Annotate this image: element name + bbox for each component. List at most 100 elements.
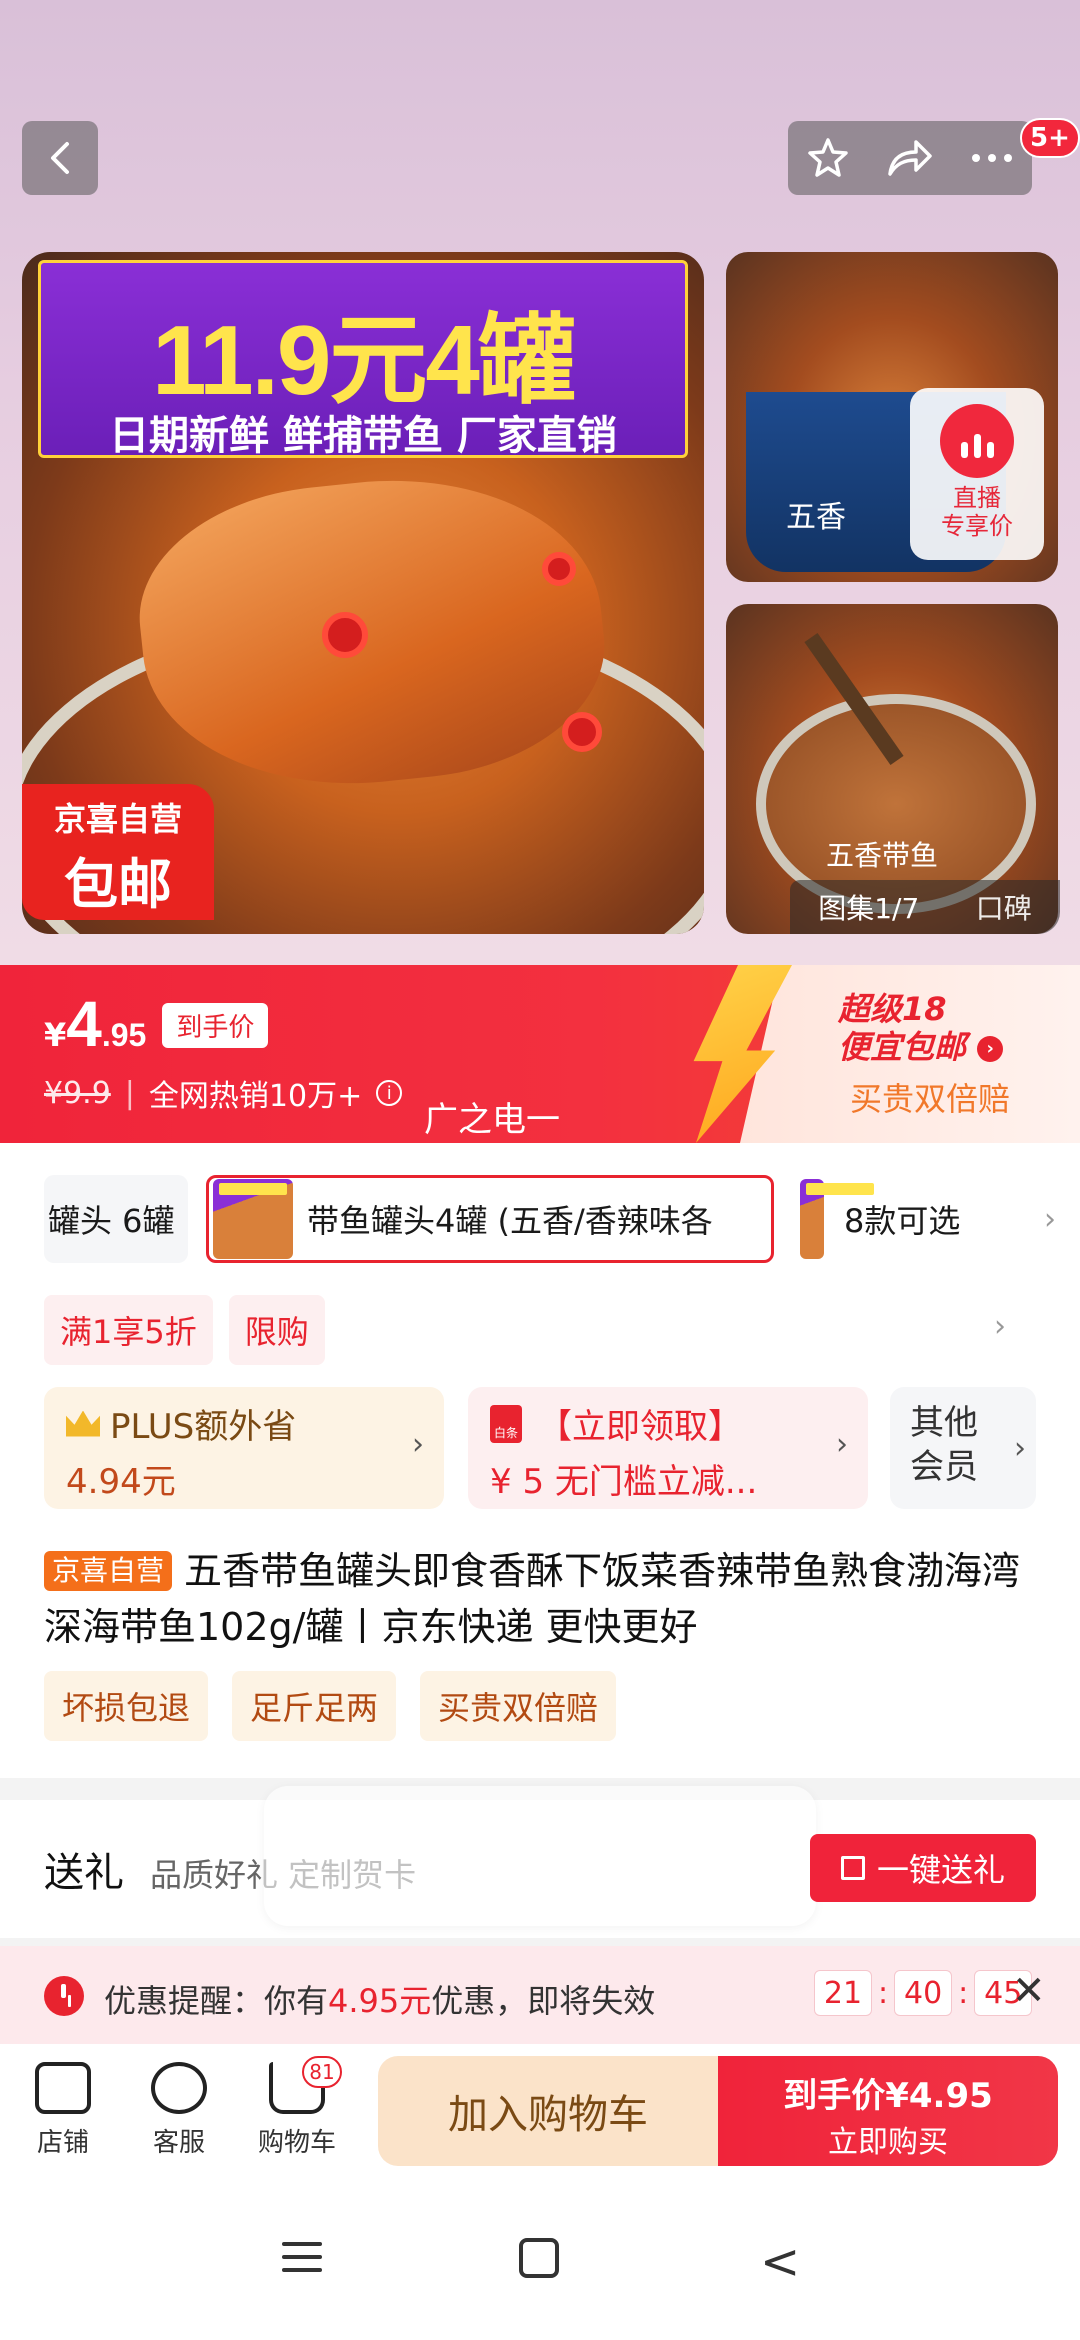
super-line2: 便宜包邮 [838, 1028, 967, 1066]
home-icon[interactable] [519, 2238, 559, 2278]
store-button[interactable]: 店铺 [18, 2062, 108, 2159]
product-title: 京喜自营 五香带鱼罐头即食香酥下饭菜香辣带鱼熟食渤海湾深海带鱼102g/罐丨京东快… [44, 1543, 1044, 1655]
chevron-right-icon[interactable]: › [994, 1309, 1006, 1344]
price-tag: 到手价 [162, 1003, 269, 1048]
variant-chip-selected[interactable]: 带鱼罐头4罐 (五香/香辣味各 [206, 1175, 774, 1263]
plus-value: 4.94元 [66, 1462, 176, 1502]
promo-headline: 11.9元4罐 [152, 305, 576, 415]
other-member-line2: 会员 [910, 1447, 978, 1487]
discount-reminder[interactable]: 优惠提醒：你有4.95元优惠，即将失效 21: 40: 45 ✕ [0, 1946, 1080, 2044]
coupon-title: 【立即领取】 [538, 1407, 742, 1447]
price-subinfo: ¥9.9 | 全网热销10万+ i [44, 1071, 403, 1115]
service-tag[interactable]: 买贵双倍赔 [420, 1671, 617, 1741]
clock-icon [44, 1976, 84, 2016]
buy-now-label: 立即购买 [828, 2125, 948, 2160]
other-member-line1: 其他 [910, 1403, 978, 1443]
live-label-sub: 专享价 [941, 512, 1013, 540]
variant-count: 8款可选 [844, 1202, 961, 1240]
chili-slice [322, 612, 368, 658]
star-icon[interactable] [806, 136, 850, 180]
chevron-right-icon: › [836, 1427, 848, 1462]
super-18-promo[interactable]: 超级18 便宜包邮 › [838, 990, 1004, 1066]
reminder-text: 优惠提醒：你有4.95元优惠，即将失效 [104, 1976, 655, 2022]
system-nav-bar: < [0, 2194, 1080, 2340]
service-label: 客服 [152, 2128, 205, 2158]
badge-line2: 包邮 [64, 853, 172, 916]
customer-service-icon [151, 2062, 207, 2114]
gallery-counter[interactable]: 图集1/7 口碑 [790, 880, 1060, 934]
coupon-claim-card[interactable]: 白条 【立即领取】 ¥ 5 无门槛立减... › [468, 1387, 868, 1509]
timer-hours: 21 [814, 1970, 872, 2016]
main-product-image[interactable]: 11.9元4罐 日期新鲜 鲜捕带鱼 厂家直销 京喜自营 包邮 [22, 252, 704, 934]
gift-icon [840, 1856, 865, 1880]
store-tag: 京喜自营 [44, 1551, 173, 1591]
menu-icon[interactable] [282, 2242, 322, 2281]
live-price-card[interactable]: 直播 专享价 [910, 388, 1044, 560]
customer-service-button[interactable]: 客服 [134, 2062, 224, 2159]
variant-thumbnail [213, 1179, 293, 1259]
reminder-amount: 4.95元 [328, 1982, 432, 2020]
chevron-right-icon: › [412, 1427, 424, 1462]
back-icon [51, 142, 69, 174]
gallery-counter-text: 图集1/7 [818, 892, 920, 925]
store-icon [35, 2062, 91, 2114]
promo-banner: 11.9元4罐 日期新鲜 鲜捕带鱼 厂家直销 [38, 260, 688, 459]
variant-selector: 罐头 6罐 带鱼罐头4罐 (五香/香辣味各 8款可选 › [0, 1175, 1080, 1267]
variant-thumbnail [800, 1179, 874, 1259]
buy-now-button[interactable]: 到手价¥4.95 立即购买 [718, 2056, 1058, 2166]
buy-price: 到手价¥4.95 [783, 2076, 993, 2116]
store-label: 店铺 [36, 2128, 89, 2158]
plus-title: PLUS额外省 [110, 1407, 297, 1447]
service-tag[interactable]: 坏损包退 [44, 1671, 209, 1741]
chili-slice [542, 552, 576, 586]
double-compensation: 买贵双倍赔 [850, 1080, 1011, 1118]
bottom-action-bar: 店铺 客服 购物车 81 加入购物车 到手价¥4.95 立即购买 [0, 2044, 1080, 2194]
final-price: ¥ 4 .95 到手价 [44, 987, 269, 1061]
price-integer: 4 [66, 988, 102, 1060]
variant-chip[interactable]: 罐头 6罐 [44, 1175, 188, 1263]
service-tag[interactable]: 足斤足两 [232, 1671, 397, 1741]
original-price: ¥9.9 [44, 1075, 111, 1111]
live-label: 直播 [953, 484, 1001, 512]
promo-tag[interactable]: 满1享5折 [44, 1295, 213, 1365]
chevron-right-icon: › [1014, 1431, 1026, 1466]
other-member-card[interactable]: 其他 会员 › [890, 1387, 1036, 1509]
one-click-gift-button[interactable]: 一键送礼 [810, 1834, 1036, 1902]
crown-icon [66, 1410, 100, 1437]
baitiao-icon: 白条 [490, 1404, 522, 1443]
back-button[interactable] [22, 121, 98, 195]
more-icon[interactable] [970, 152, 1014, 164]
promo-tags: 满1享5折 限购 [44, 1295, 325, 1365]
timer-minutes: 40 [894, 1970, 953, 2016]
close-icon[interactable]: ✕ [1012, 1968, 1046, 2014]
promo-subline: 日期新鲜 鲜捕带鱼 厂家直销 [109, 413, 617, 459]
add-to-cart-button[interactable]: 加入购物车 [378, 2056, 718, 2166]
notification-badge: 5+ [1020, 118, 1080, 158]
sales-info: 全网热销10万+ [148, 1079, 363, 1114]
variant-label: 罐头 6罐 [48, 1202, 175, 1240]
reviews-tab[interactable]: 口碑 [976, 887, 1032, 927]
product-title-text: 五香带鱼罐头即食香酥下饭菜香辣带鱼熟食渤海湾深海带鱼102g/罐丨京东快递 更快… [44, 1549, 1021, 1649]
share-icon[interactable] [886, 138, 934, 178]
live-icon [940, 404, 1014, 478]
back-nav-icon[interactable]: < [760, 2234, 800, 2290]
cart-count-badge: 81 [302, 2056, 342, 2088]
jingxi-selfrun-badge: 京喜自营 包邮 [22, 784, 214, 920]
coupon-desc: ¥ 5 无门槛立减... [490, 1462, 758, 1502]
variant-more[interactable]: 8款可选 › [796, 1175, 1056, 1263]
plus-savings-card[interactable]: PLUS额外省 4.94元 › [44, 1387, 444, 1509]
currency-symbol: ¥ [44, 1016, 67, 1054]
price-decimal: .95 [101, 1017, 147, 1053]
cart-label: 购物车 [257, 2128, 336, 2158]
divider: | [124, 1075, 135, 1111]
info-icon[interactable]: i [376, 1080, 403, 1106]
watermark-text: 广之电一 [424, 1100, 560, 1140]
promo-tag[interactable]: 限购 [228, 1295, 325, 1365]
countdown-timer: 21: 40: 45 [814, 1970, 1033, 2016]
reminder-prefix: 优惠提醒：你有 [104, 1982, 329, 2020]
service-tags: 坏损包退 足斤足两 买贵双倍赔 [44, 1671, 617, 1741]
arrow-right-icon: › [977, 1036, 1004, 1062]
reminder-suffix: 优惠，即将失效 [431, 1982, 656, 2020]
floating-overlay [264, 1786, 816, 1926]
gift-button-label: 一键送礼 [876, 1851, 1005, 1889]
